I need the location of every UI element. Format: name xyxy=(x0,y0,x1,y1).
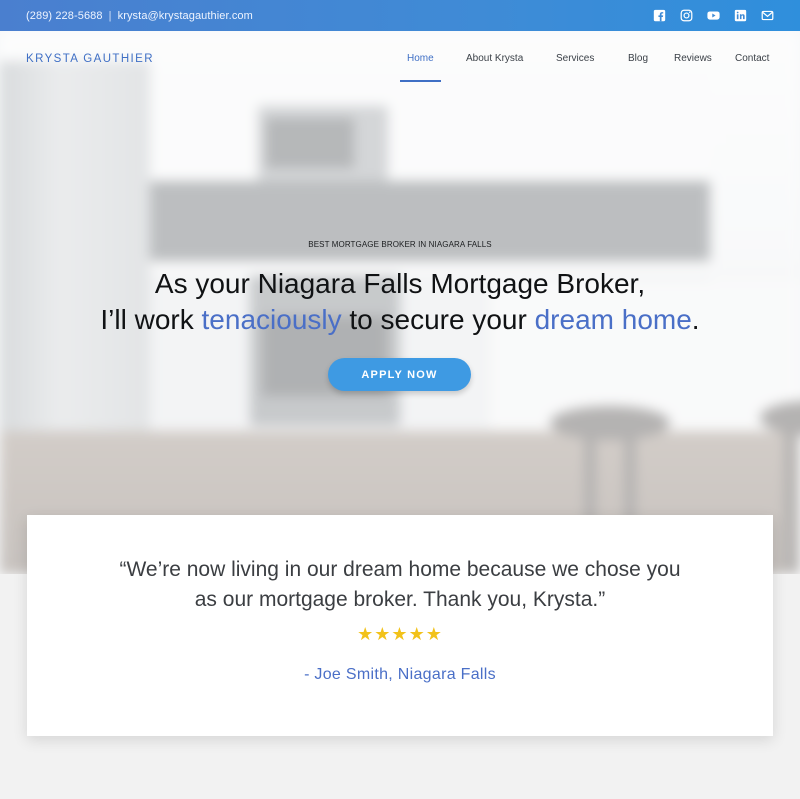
testimonial-card: “We’re now living in our dream home beca… xyxy=(27,515,773,736)
facebook-icon[interactable] xyxy=(652,9,666,23)
nav-item-blog[interactable]: Blog xyxy=(628,31,648,85)
nav-item-services[interactable]: Services xyxy=(556,31,594,85)
headline-line-2: I’ll work tenaciously to secure your dre… xyxy=(0,302,800,338)
headline-accent-tenaciously: tenaciously xyxy=(201,304,342,335)
quote-line-1: “We’re now living in our dream home beca… xyxy=(119,558,681,581)
headline-line-1: As your Niagara Falls Mortgage Broker, xyxy=(154,268,646,299)
nav-item-reviews[interactable]: Reviews xyxy=(674,31,712,85)
hero-section: BEST MORTGAGE BROKER IN NIAGARA FALLS As… xyxy=(0,31,800,574)
site-logo[interactable]: KRYSTA GAUTHIER xyxy=(26,53,154,65)
email-link[interactable]: krysta@krystagauthier.com xyxy=(118,10,253,22)
separator: | xyxy=(108,9,112,22)
mail-icon[interactable] xyxy=(760,9,774,23)
phone-link[interactable]: (289) 228-5688 xyxy=(26,10,103,22)
headline-period: . xyxy=(691,304,700,335)
youtube-icon[interactable] xyxy=(706,9,720,23)
social-links xyxy=(652,9,774,23)
apply-now-button[interactable]: APPLY NOW xyxy=(328,358,471,391)
star-rating-icon: ★★★★★ xyxy=(357,624,443,644)
hero-eyebrow: BEST MORTGAGE BROKER IN NIAGARA FALLS xyxy=(308,240,492,249)
nav-item-contact[interactable]: Contact xyxy=(735,31,769,85)
nav-item-home[interactable]: Home xyxy=(400,31,441,85)
quote-line-2: as our mortgage broker. Thank you, Kryst… xyxy=(194,588,606,611)
headline-text: I’ll work xyxy=(100,304,202,335)
testimonial-quote: “We’re now living in our dream home beca… xyxy=(27,555,773,615)
instagram-icon[interactable] xyxy=(679,9,693,23)
headline-accent-dream-home: dream home xyxy=(534,304,692,335)
linkedin-icon[interactable] xyxy=(733,9,747,23)
top-bar: (289) 228-5688 | krysta@krystagauthier.c… xyxy=(0,0,800,31)
contact-info: (289) 228-5688 | krysta@krystagauthier.c… xyxy=(26,10,253,22)
hero-headline: As your Niagara Falls Mortgage Broker, I… xyxy=(0,266,800,338)
testimonial-author: - Joe Smith, Niagara Falls xyxy=(304,666,496,683)
main-nav: KRYSTA GAUTHIER Home About Krysta Servic… xyxy=(0,31,800,85)
headline-text: to secure your xyxy=(341,304,535,335)
nav-item-about[interactable]: About Krysta xyxy=(466,31,523,85)
